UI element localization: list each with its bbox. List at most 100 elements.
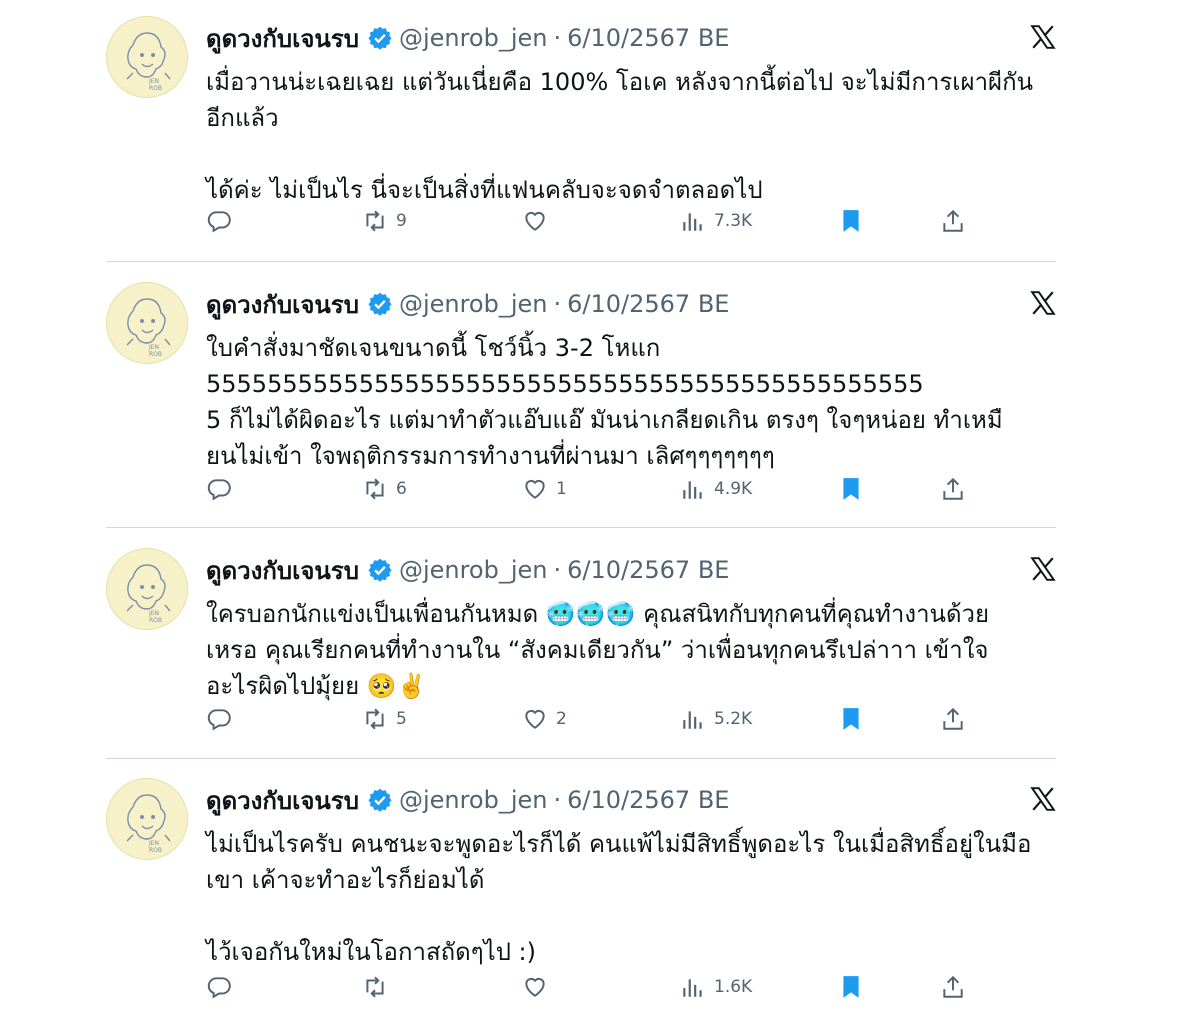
like-button[interactable] <box>522 206 556 236</box>
divider <box>106 758 1056 759</box>
avatar[interactable]: JEN ROB <box>106 548 188 630</box>
retweet-count: 5 <box>396 709 407 729</box>
tweet-actions: 5 2 5.2K <box>206 704 966 734</box>
svg-text:ROB: ROB <box>149 85 162 92</box>
display-name[interactable]: ดูดวงกับเจนรบ <box>206 781 359 820</box>
share-button[interactable] <box>940 972 966 1002</box>
reply-icon <box>207 479 231 501</box>
reply-button[interactable] <box>206 474 240 504</box>
tweet-2[interactable]: JEN ROB ดูดวงกับเจนรบ @jenrob_jen · 6/10… <box>106 282 1056 512</box>
tweet-actions: 9 7.3K <box>206 206 966 236</box>
display-name[interactable]: ดูดวงกับเจนรบ <box>206 19 359 58</box>
reply-icon <box>207 977 231 999</box>
retweet-button[interactable] <box>362 972 396 1002</box>
svg-text:ROB: ROB <box>149 847 162 854</box>
user-handle[interactable]: @jenrob_jen <box>399 290 548 318</box>
tweet-3[interactable]: JEN ROB ดูดวงกับเจนรบ @jenrob_jen · 6/10… <box>106 548 1056 748</box>
share-icon <box>943 209 963 232</box>
views-icon <box>683 979 702 997</box>
x-logo-icon <box>1030 787 1056 811</box>
view-count: 1.6K <box>714 977 753 997</box>
bookmark-button[interactable] <box>838 206 864 236</box>
verified-badge-icon[interactable] <box>367 291 393 317</box>
reply-button[interactable] <box>206 704 240 734</box>
tweet-text: ใครบอกนักแข่งเป็นเพื่อนกันหมด 🥶🥶🥶 คุณสนิ… <box>206 600 990 700</box>
reply-button[interactable] <box>206 972 240 1002</box>
view-count: 4.9K <box>714 479 753 499</box>
tweet-date[interactable]: 6/10/2567 BE <box>567 24 729 52</box>
avatar-illustration: JEN ROB <box>108 780 186 858</box>
avatar[interactable]: JEN ROB <box>106 16 188 98</box>
bookmark-button[interactable] <box>838 474 864 504</box>
bookmark-icon <box>843 478 859 500</box>
divider <box>106 261 1056 262</box>
tweet-text: ไม่เป็นไรครับ คนชนะจะพูดอะไรก็ได้ คนแพ้ไ… <box>206 830 1032 966</box>
like-count: 1 <box>556 479 567 499</box>
verified-badge-icon[interactable] <box>367 787 393 813</box>
views-button[interactable]: 5.2K <box>680 704 752 734</box>
tweet-text: เมื่อวานน่ะเฉยเฉย แต่วันเนี่ยคือ 100% โอ… <box>206 68 1034 204</box>
svg-text:ROB: ROB <box>149 351 162 358</box>
share-button[interactable] <box>940 206 966 236</box>
svg-text:JEN: JEN <box>148 840 159 847</box>
tweet-header: ดูดวงกับเจนรบ @jenrob_jen · 6/10/2567 BE <box>206 18 729 58</box>
views-button[interactable]: 7.3K <box>680 206 752 236</box>
tweet-header: ดูดวงกับเจนรบ @jenrob_jen · 6/10/2567 BE <box>206 550 729 590</box>
tweet-text: ใบคำสั่งมาชัดเจนขนาดนี้ โชว์นิ้ว 3-2 โหแ… <box>206 334 1003 470</box>
like-button[interactable] <box>522 972 556 1002</box>
reply-icon <box>207 709 231 731</box>
user-handle[interactable]: @jenrob_jen <box>399 24 548 52</box>
avatar[interactable]: JEN ROB <box>106 778 188 860</box>
retweet-icon <box>366 210 384 232</box>
tweet-date[interactable]: 6/10/2567 BE <box>567 786 729 814</box>
views-icon <box>683 481 702 499</box>
tweet-1[interactable]: JEN ROB ดูดวงกับเจนรบ @jenrob_jen · 6/10… <box>106 16 1056 246</box>
verified-badge-icon[interactable] <box>367 25 393 51</box>
retweet-button[interactable]: 6 <box>362 474 407 504</box>
retweet-button[interactable]: 5 <box>362 704 407 734</box>
bookmark-button[interactable] <box>838 972 864 1002</box>
retweet-icon <box>366 708 384 730</box>
view-count: 5.2K <box>714 709 753 729</box>
like-button[interactable]: 2 <box>522 704 567 734</box>
verified-badge-icon[interactable] <box>367 557 393 583</box>
share-icon <box>943 707 963 730</box>
avatar-illustration: JEN ROB <box>108 550 186 628</box>
views-button[interactable]: 4.9K <box>680 474 752 504</box>
bookmark-icon <box>843 210 859 232</box>
avatar[interactable]: JEN ROB <box>106 282 188 364</box>
reply-button[interactable] <box>206 206 240 236</box>
like-icon <box>525 211 545 231</box>
avatar-illustration: JEN ROB <box>108 284 186 362</box>
retweet-button[interactable]: 9 <box>362 206 407 236</box>
share-button[interactable] <box>940 474 966 504</box>
like-icon <box>525 977 545 997</box>
views-button[interactable]: 1.6K <box>680 972 752 1002</box>
tweet-header: ดูดวงกับเจนรบ @jenrob_jen · 6/10/2567 BE <box>206 780 729 820</box>
tweet-date[interactable]: 6/10/2567 BE <box>567 290 729 318</box>
tweet-date[interactable]: 6/10/2567 BE <box>567 556 729 584</box>
user-handle[interactable]: @jenrob_jen <box>399 786 548 814</box>
user-handle[interactable]: @jenrob_jen <box>399 556 548 584</box>
x-logo-icon <box>1030 557 1056 581</box>
divider <box>106 527 1056 528</box>
share-icon <box>943 477 963 500</box>
share-button[interactable] <box>940 704 966 734</box>
reply-icon <box>207 211 231 233</box>
tweet-actions: 1.6K <box>206 972 966 1002</box>
like-icon <box>525 709 545 729</box>
avatar-illustration: JEN ROB <box>108 18 186 96</box>
separator-dot: · <box>553 24 562 52</box>
retweet-count: 6 <box>396 479 407 499</box>
svg-text:JEN: JEN <box>148 78 159 85</box>
retweet-icon <box>366 976 384 998</box>
bookmark-button[interactable] <box>838 704 864 734</box>
view-count: 7.3K <box>714 211 753 231</box>
like-button[interactable]: 1 <box>522 474 567 504</box>
svg-text:JEN: JEN <box>148 344 159 351</box>
tweet-4[interactable]: JEN ROB ดูดวงกับเจนรบ @jenrob_jen · 6/10… <box>106 778 1056 1008</box>
display-name[interactable]: ดูดวงกับเจนรบ <box>206 285 359 324</box>
display-name[interactable]: ดูดวงกับเจนรบ <box>206 551 359 590</box>
tweet-actions: 6 1 4.9K <box>206 474 966 504</box>
separator-dot: · <box>553 290 562 318</box>
